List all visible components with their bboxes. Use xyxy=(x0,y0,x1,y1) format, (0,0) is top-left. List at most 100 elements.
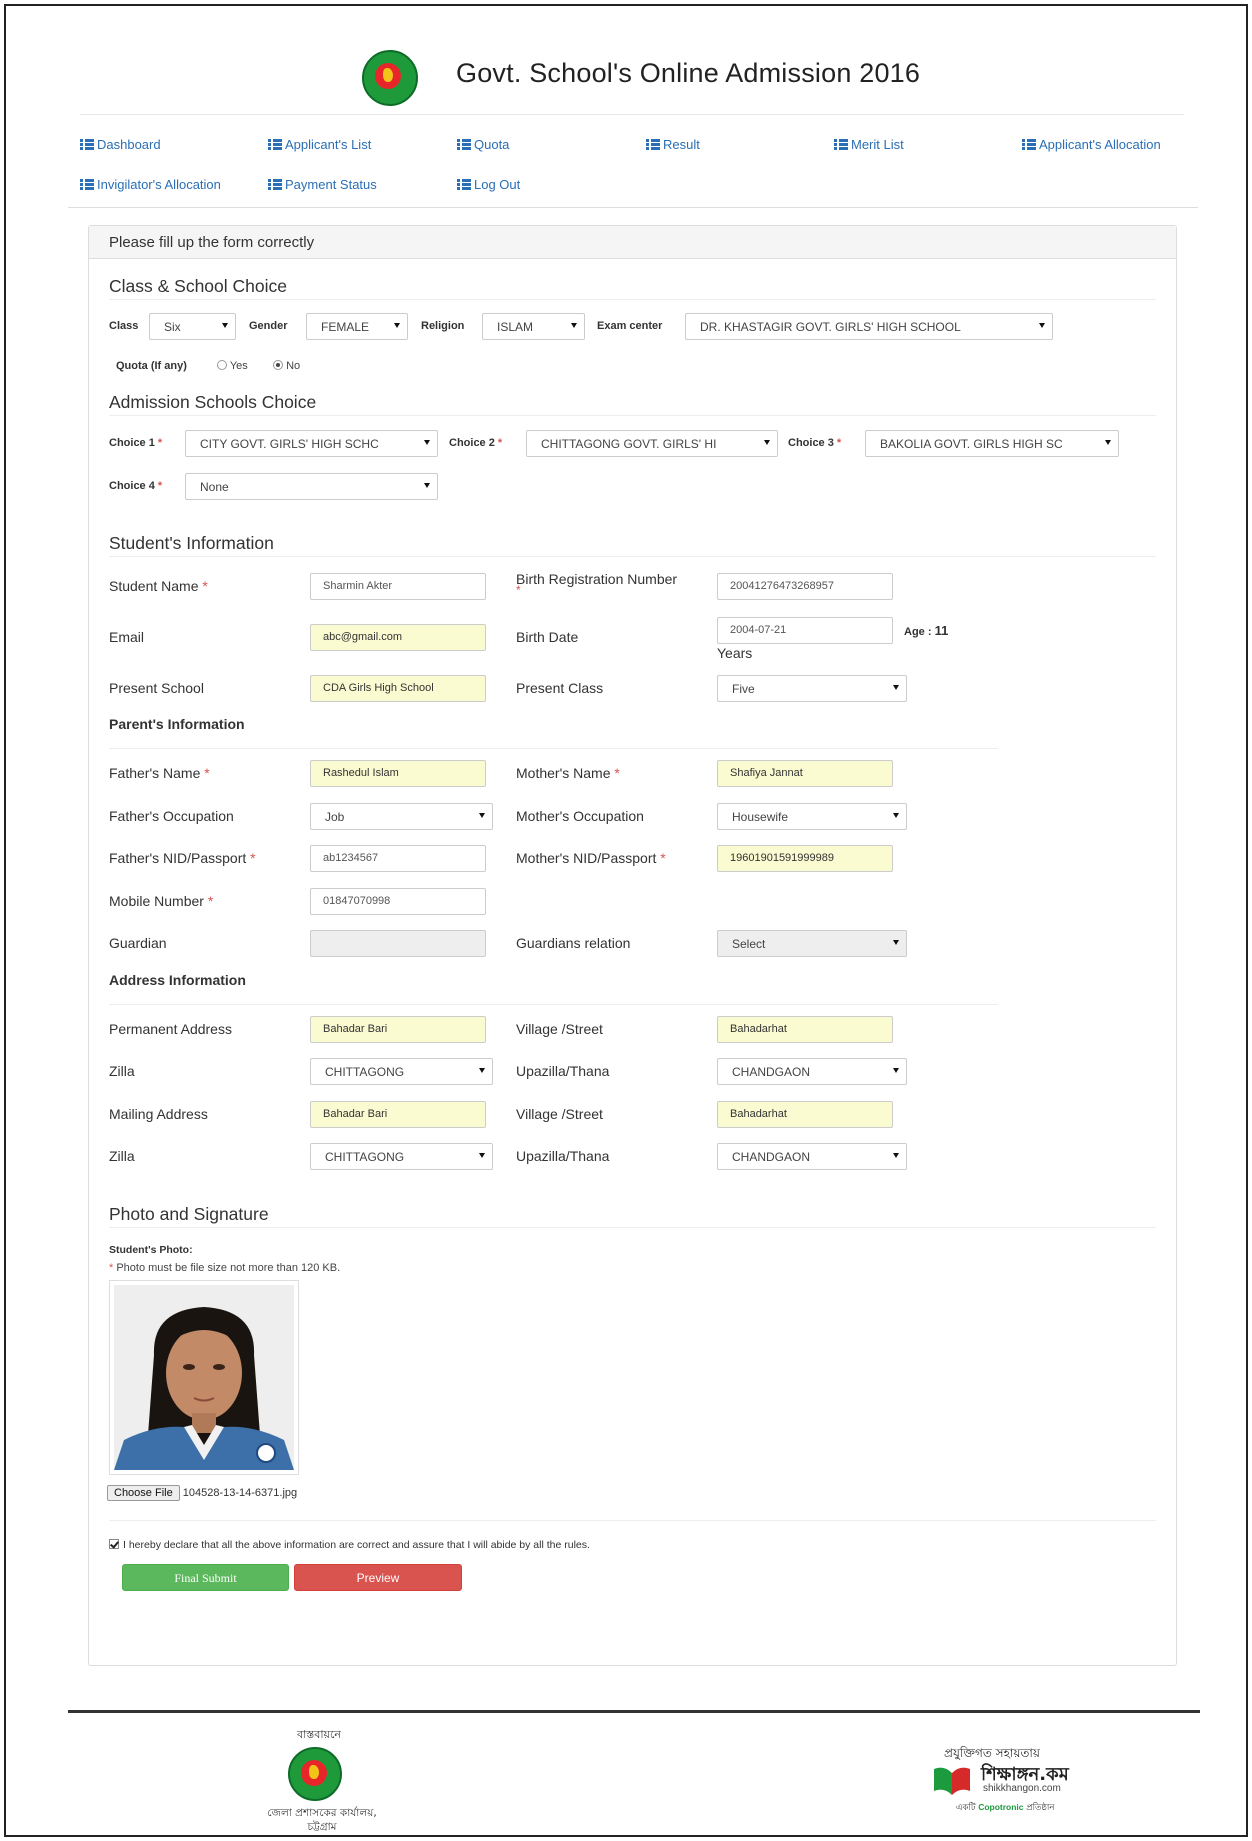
choose-file-button[interactable]: Choose File xyxy=(107,1485,180,1501)
mother-name-label: Mother's Name * xyxy=(516,765,620,781)
student-name-input[interactable]: Sharmin Akter xyxy=(310,573,486,600)
caret-down-icon xyxy=(893,940,899,945)
nav-merit-list[interactable]: Merit List xyxy=(834,137,904,152)
choice4-label: Choice 4 * xyxy=(109,480,163,492)
mailing-upazilla-label: Upazilla/Thana xyxy=(516,1148,610,1164)
section-divider xyxy=(109,415,1156,416)
nav-divider xyxy=(68,207,1198,208)
shikkhangon-site: shikkhangon.com xyxy=(983,1783,1061,1794)
email-input[interactable]: abc@gmail.com xyxy=(310,624,486,651)
caret-down-icon xyxy=(479,1153,485,1158)
section-divider xyxy=(109,1004,998,1005)
caret-down-icon xyxy=(424,483,430,488)
father-occupation-select[interactable]: Job xyxy=(310,803,493,830)
mobile-input[interactable]: 01847070998 xyxy=(310,888,486,915)
choice2-select[interactable]: CHITTAGONG GOVT. GIRLS' HI xyxy=(526,430,778,457)
declaration: I hereby declare that all the above info… xyxy=(109,1539,590,1551)
guardian-relation-select[interactable]: Select xyxy=(717,930,907,957)
nav-payment-status[interactable]: Payment Status xyxy=(268,177,377,192)
guardian-input[interactable] xyxy=(310,930,486,957)
present-school-label: Present School xyxy=(109,680,204,696)
page-title: Govt. School's Online Admission 2016 xyxy=(456,58,921,88)
permanent-village-input[interactable]: Bahadarhat xyxy=(717,1016,893,1043)
section-divider xyxy=(109,748,998,749)
guardian-relation-label: Guardians relation xyxy=(516,935,631,951)
radio-button[interactable] xyxy=(217,360,227,370)
nav-invigilators-allocation[interactable]: Invigilator's Allocation xyxy=(80,177,221,192)
header-divider xyxy=(80,114,1184,115)
mother-nid-label: Mother's NID/Passport * xyxy=(516,850,666,866)
caret-down-icon xyxy=(394,323,400,328)
class-select[interactable]: Six xyxy=(149,313,236,340)
nav-log-out[interactable]: Log Out xyxy=(457,177,520,192)
father-nid-input[interactable]: ab1234567 xyxy=(310,845,486,872)
religion-label: Religion xyxy=(421,320,465,332)
list-icon xyxy=(80,139,94,150)
mailing-address-input[interactable]: Bahadar Bari xyxy=(310,1101,486,1128)
mailing-village-input[interactable]: Bahadarhat xyxy=(717,1101,893,1128)
choice1-label: Choice 1 * xyxy=(109,437,163,449)
permanent-zilla-select[interactable]: CHITTAGONG xyxy=(310,1058,493,1085)
mailing-zilla-select[interactable]: CHITTAGONG xyxy=(310,1143,493,1170)
footer-left-caption: বাস্তবায়নে xyxy=(297,1728,342,1741)
gender-select[interactable]: FEMALE xyxy=(306,313,408,340)
mailing-upazilla-select[interactable]: CHANDGAON xyxy=(717,1143,907,1170)
final-submit-button[interactable]: Final Submit xyxy=(122,1564,289,1591)
father-name-label: Father's Name * xyxy=(109,765,210,781)
section-title-class: Class & School Choice xyxy=(109,276,287,296)
nav-quota[interactable]: Quota xyxy=(457,137,509,152)
choice2-label: Choice 2 * xyxy=(449,437,503,449)
choice1-select[interactable]: CITY GOVT. GIRLS' HIGH SCHC xyxy=(185,430,438,457)
section-title-schools: Admission Schools Choice xyxy=(109,392,317,412)
present-class-select[interactable]: Five xyxy=(717,675,907,702)
nav-applicants-list[interactable]: Applicant's List xyxy=(268,137,371,152)
footer-divider xyxy=(68,1710,1200,1713)
present-school-input[interactable]: CDA Girls High School xyxy=(310,675,486,702)
caret-down-icon xyxy=(893,685,899,690)
list-icon xyxy=(80,179,94,190)
quota-yes-option[interactable]: Yes xyxy=(217,360,248,372)
mobile-label: Mobile Number * xyxy=(109,893,214,909)
quota-label: Quota (If any) xyxy=(116,360,187,372)
list-icon xyxy=(457,179,471,190)
section-title-student: Student's Information xyxy=(109,533,274,553)
class-label: Class xyxy=(109,320,139,332)
birth-reg-input[interactable]: 20041276473268957 xyxy=(717,573,893,600)
panel-heading: Please fill up the form correctly xyxy=(89,226,1176,259)
government-seal-logo xyxy=(362,50,418,106)
birth-date-input[interactable]: 2004-07-21 xyxy=(717,617,893,644)
age-display: Age : 11 xyxy=(904,623,949,638)
caret-down-icon xyxy=(893,1068,899,1073)
exam-center-select[interactable]: DR. KHASTAGIR GOVT. GIRLS' HIGH SCHOOL xyxy=(685,313,1053,340)
quota-no-option[interactable]: No xyxy=(273,360,300,372)
district-office-seal-logo xyxy=(288,1747,342,1801)
permanent-upazilla-select[interactable]: CHANDGAON xyxy=(717,1058,907,1085)
student-photo-label: Student's Photo: xyxy=(109,1244,193,1256)
nav-dashboard[interactable]: Dashboard xyxy=(80,137,161,152)
caret-down-icon xyxy=(1105,440,1111,445)
mother-occupation-select[interactable]: Housewife xyxy=(717,803,907,830)
mother-nid-input[interactable]: 19601901591999989 xyxy=(717,845,893,872)
section-divider xyxy=(109,1520,1156,1521)
student-photo-preview xyxy=(109,1280,299,1475)
caret-down-icon xyxy=(893,813,899,818)
choice4-select[interactable]: None xyxy=(185,473,438,500)
preview-button[interactable]: Preview xyxy=(294,1564,462,1591)
age-unit: Years xyxy=(717,645,753,661)
father-name-input[interactable]: Rashedul Islam xyxy=(310,760,486,787)
list-icon xyxy=(834,139,848,150)
page-frame: Govt. School's Online Admission 2016 Das… xyxy=(4,4,1248,1837)
selected-file-name: 104528-13-14-6371.jpg xyxy=(182,1487,298,1499)
nav-applicants-allocation[interactable]: Applicant's Allocation xyxy=(1022,137,1161,152)
section-divider xyxy=(109,556,1156,557)
declaration-checkbox[interactable] xyxy=(109,1539,119,1549)
mailing-zilla-label: Zilla xyxy=(109,1148,135,1164)
choice3-select[interactable]: BAKOLIA GOVT. GIRLS HIGH SC xyxy=(865,430,1119,457)
nav-result[interactable]: Result xyxy=(646,137,700,152)
permanent-address-input[interactable]: Bahadar Bari xyxy=(310,1016,486,1043)
radio-button-selected[interactable] xyxy=(273,360,283,370)
birth-reg-label: Birth Registration Number xyxy=(516,571,678,587)
required-marker: * xyxy=(516,583,521,597)
mother-name-input[interactable]: Shafiya Jannat xyxy=(717,760,893,787)
religion-select[interactable]: ISLAM xyxy=(482,313,585,340)
